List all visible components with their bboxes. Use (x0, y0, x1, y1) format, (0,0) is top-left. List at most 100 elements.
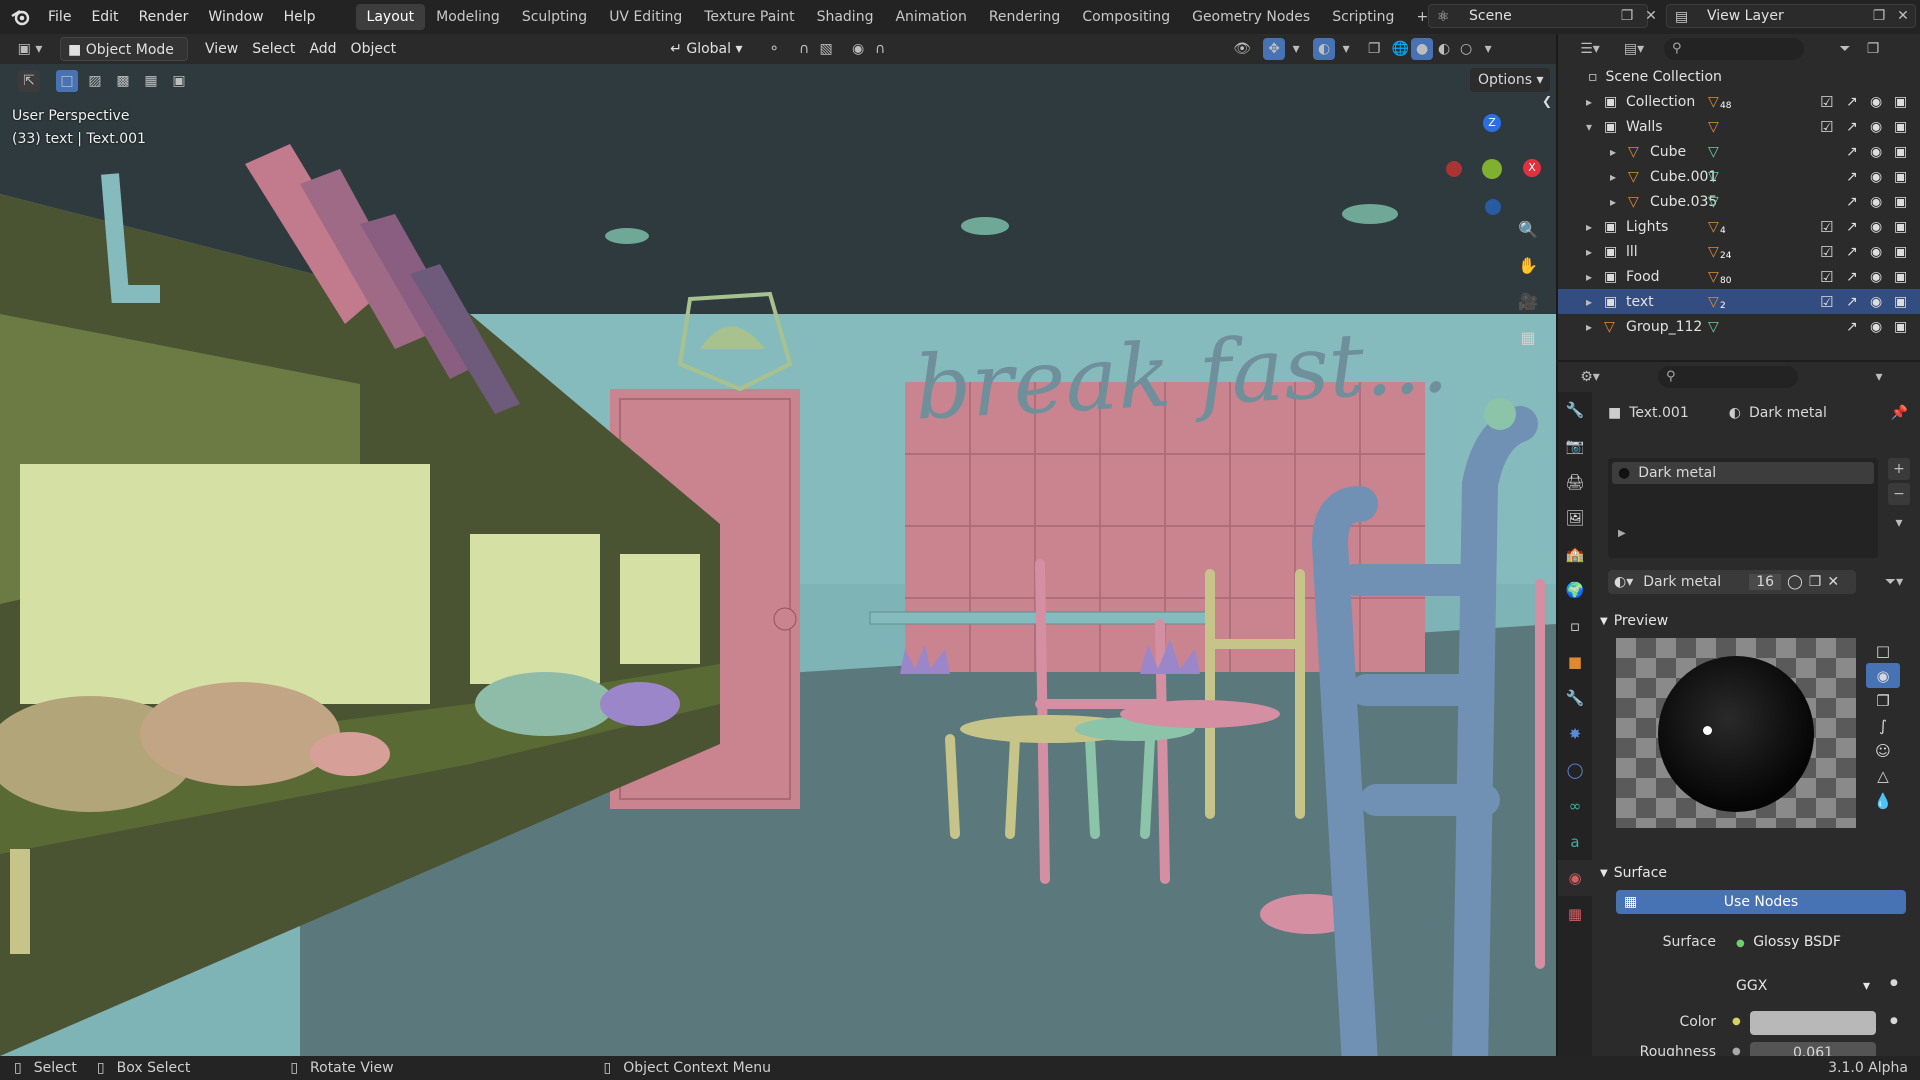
tab-compositing[interactable]: Compositing (1071, 4, 1181, 30)
tab-uv-editing[interactable]: UV Editing (598, 4, 693, 30)
solid-shading-icon[interactable]: ● (1411, 38, 1434, 60)
color-keyframe-icon[interactable]: ● (1890, 1016, 1898, 1026)
navigation-gizmo[interactable]: Z X (1440, 104, 1541, 215)
properties-search[interactable]: ⚲ (1658, 366, 1798, 388)
shading-menu-icon[interactable]: ▾ (1477, 38, 1499, 60)
select-arrow-icon[interactable]: ↗ (1846, 294, 1858, 310)
tab-shading[interactable]: Shading (806, 4, 885, 30)
collapsed-arrow-icon[interactable]: ▸ (1586, 95, 1592, 109)
menu-select[interactable]: Select (245, 37, 302, 61)
transform-orientation[interactable]: ↵ Global ▾ (663, 37, 757, 61)
exclude-checkbox[interactable]: ☑ (1820, 218, 1833, 236)
eye-icon[interactable]: ◉ (1870, 119, 1882, 135)
ortho-toggle-icon[interactable]: ▦ (1513, 322, 1543, 352)
outliner-row[interactable]: ▸ ▣ Food ▽ 80 ☑ ↗ ◉ ▣ (1558, 264, 1920, 289)
pan-hand-icon[interactable]: ✋ (1513, 250, 1543, 280)
tab-geometry-nodes[interactable]: Geometry Nodes (1181, 4, 1321, 30)
collapsed-arrow-icon[interactable]: ▸ (1586, 220, 1592, 234)
wireframe-shading-icon[interactable]: 🌐 (1389, 38, 1411, 60)
new-scene-icon[interactable]: ❐ (1616, 5, 1638, 27)
eye-icon[interactable]: ◉ (1870, 244, 1882, 260)
collapsed-arrow-icon[interactable]: ▸ (1610, 195, 1616, 209)
eye-icon[interactable]: ◉ (1870, 144, 1882, 160)
properties-menu-icon[interactable]: ▾ (1868, 366, 1890, 388)
new-collection-icon[interactable]: ❐ (1862, 38, 1884, 60)
select-box-icon[interactable]: □ (56, 70, 78, 92)
data-tab-icon[interactable]: a (1558, 824, 1592, 860)
user-count[interactable]: 16 (1749, 574, 1782, 590)
visibility-icon[interactable]: 👁 (1231, 38, 1253, 60)
menu-edit[interactable]: Edit (81, 0, 128, 34)
constraints-tab-icon[interactable]: ∞ (1558, 788, 1592, 824)
xray-icon[interactable]: ❐ (1363, 38, 1385, 60)
texture-tab-icon[interactable]: ▦ (1558, 896, 1592, 932)
rendered-shading-icon[interactable]: ○ (1455, 38, 1477, 60)
collapsed-arrow-icon[interactable]: ▸ (1586, 245, 1592, 259)
scene-selector[interactable]: ⚛ Scene (1428, 4, 1648, 28)
collapsed-arrow-icon[interactable]: ▸ (1610, 170, 1616, 184)
delete-view-layer-icon[interactable]: ✕ (1892, 5, 1914, 27)
preview-flat-icon[interactable]: □ (1866, 638, 1900, 663)
camera-render-icon[interactable]: ▣ (1894, 269, 1907, 285)
properties-editor-icon[interactable]: ⚙▾ (1572, 366, 1608, 388)
surface-shader-field[interactable]: ● Glossy BSDF (1726, 930, 1876, 954)
preview-monkey-icon[interactable]: ☺ (1866, 738, 1900, 763)
preview-panel-header[interactable]: ▼ Preview (1600, 608, 1916, 634)
outliner-search[interactable]: ⚲ (1664, 38, 1804, 60)
eye-icon[interactable]: ◉ (1870, 294, 1882, 310)
gizmo-menu-icon[interactable]: ▾ (1285, 38, 1307, 60)
surface-panel-header[interactable]: ▼ Surface (1600, 860, 1916, 886)
color-swatch[interactable] (1750, 1011, 1876, 1035)
add-slot-icon[interactable]: + (1888, 458, 1910, 480)
outliner-row[interactable]: ▸ ▽ Cube.035 ▽ ↗ ◉ ▣ (1558, 189, 1920, 214)
exclude-checkbox[interactable]: ☑ (1820, 243, 1833, 261)
gizmo-neg-z[interactable] (1485, 199, 1501, 215)
camera-render-icon[interactable]: ▣ (1894, 294, 1907, 310)
eye-icon[interactable]: ◉ (1870, 94, 1882, 110)
select-arrow-icon[interactable]: ↗ (1846, 244, 1858, 260)
exclude-checkbox[interactable]: ☑ (1820, 93, 1833, 111)
duplicate-material-icon[interactable]: ❐ (1809, 574, 1822, 590)
tool-tab-icon[interactable]: 🔧 (1558, 392, 1592, 428)
collapsed-arrow-icon[interactable]: ▸ (1586, 270, 1592, 284)
select-subtract-icon[interactable]: ▩ (112, 70, 134, 92)
overlay-menu-icon[interactable]: ▾ (1335, 38, 1357, 60)
menu-window[interactable]: Window (198, 0, 273, 34)
sidebar-toggle-icon[interactable]: ❮ (1542, 94, 1552, 108)
preview-hair-icon[interactable]: ∫ (1866, 713, 1900, 738)
editor-type-icon[interactable]: ▣ ▾ (10, 38, 50, 60)
gizmo-toggle-icon[interactable]: ✥ (1263, 38, 1286, 60)
select-arrow-icon[interactable]: ↗ (1846, 319, 1858, 335)
expanded-arrow-icon[interactable]: ▾ (1586, 120, 1592, 134)
select-arrow-icon[interactable]: ↗ (1846, 119, 1858, 135)
remove-slot-icon[interactable]: − (1888, 483, 1910, 505)
world-tab-icon[interactable]: 🌍 (1558, 572, 1592, 608)
preview-cloth-icon[interactable]: △ (1866, 763, 1900, 788)
link-mode-icon[interactable]: ⏷▾ (1876, 571, 1912, 593)
material-slot[interactable]: ● Dark metal (1612, 462, 1874, 484)
collapsed-arrow-icon[interactable]: ▸ (1586, 320, 1592, 334)
outliner-row[interactable]: ▸ ▽ Cube ▽ ↗ ◉ ▣ (1558, 139, 1920, 164)
material-datablock[interactable]: ◐▾ Dark metal 16 ◯ ❐ ✕ (1608, 570, 1856, 594)
pin-icon[interactable]: 📌 (1891, 405, 1908, 421)
tab-rendering[interactable]: Rendering (978, 4, 1072, 30)
gizmo-neg-x[interactable] (1446, 161, 1462, 177)
menu-object[interactable]: Object (344, 37, 404, 61)
3d-viewport[interactable]: break fast... User Perspective (33) text… (0, 64, 1556, 1056)
tab-texture-paint[interactable]: Texture Paint (693, 4, 805, 30)
outliner-row[interactable]: ▸ ▣ Collection ▽ 48 ☑ ↗ ◉ ▣ (1558, 89, 1920, 114)
unlink-material-icon[interactable]: ✕ (1827, 574, 1839, 590)
options-button[interactable]: Options ▾ (1470, 68, 1550, 92)
eye-icon[interactable]: ◉ (1870, 169, 1882, 185)
preview-fluid-icon[interactable]: 💧 (1866, 788, 1900, 813)
select-arrow-icon[interactable]: ↗ (1846, 269, 1858, 285)
render-tab-icon[interactable]: 📷 (1558, 428, 1592, 464)
falloff-icon[interactable]: ∩ (869, 38, 891, 60)
eye-icon[interactable]: ◉ (1870, 269, 1882, 285)
select-arrow-icon[interactable]: ↗ (1846, 144, 1858, 160)
material-slot-list[interactable]: ● Dark metal ▶ (1608, 458, 1878, 558)
camera-render-icon[interactable]: ▣ (1894, 319, 1907, 335)
eye-icon[interactable]: ◉ (1870, 219, 1882, 235)
material-tab-icon[interactable]: ◉ (1558, 860, 1592, 896)
gizmo-y-axis[interactable] (1482, 159, 1502, 179)
